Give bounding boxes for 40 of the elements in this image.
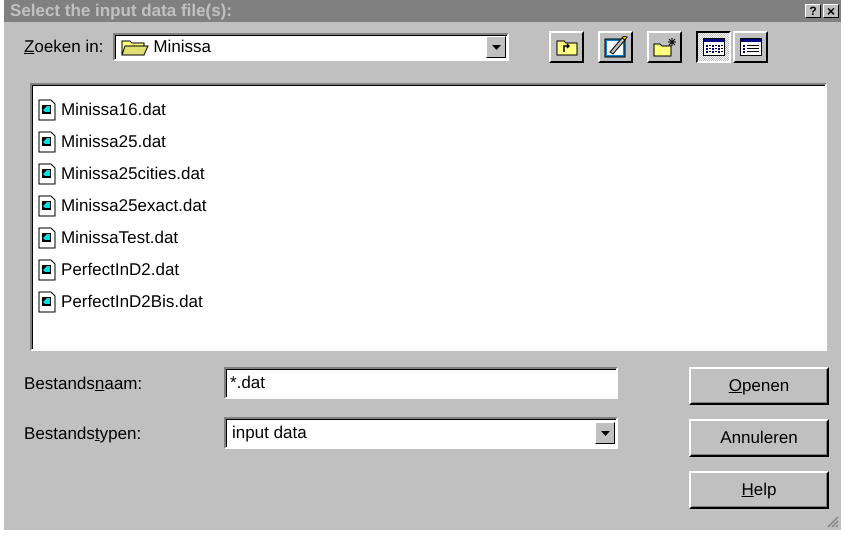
look-in-label: Zoeken in: — [24, 37, 104, 57]
file-icon — [38, 131, 56, 153]
look-in-dropdown[interactable]: Minissa — [113, 33, 510, 61]
file-type-dropdown[interactable]: input data — [224, 417, 618, 449]
caret-icon — [600, 430, 610, 436]
details-view-button[interactable] — [733, 31, 768, 63]
dialog-button[interactable]: Help — [689, 471, 829, 509]
window-title: Select the input data file(s): — [10, 1, 232, 21]
file-item[interactable]: Minissa16.dat — [60, 100, 167, 120]
caret-icon — [492, 44, 501, 50]
file-icon — [38, 163, 56, 185]
close-button[interactable]: × — [823, 4, 839, 18]
file-icon — [38, 259, 56, 281]
dialog-button[interactable]: Openen — [689, 367, 829, 405]
file-icon — [38, 99, 56, 121]
file-icon — [38, 291, 56, 313]
file-name-field[interactable]: *.dat — [224, 367, 618, 399]
file-type-label: Bestandstypen: — [24, 423, 142, 445]
dialog-button[interactable]: Annuleren — [689, 419, 829, 457]
new-folder-button[interactable] — [647, 31, 682, 63]
folder-icon — [121, 38, 150, 56]
list-view-button[interactable] — [696, 31, 732, 63]
file-item[interactable]: Minissa25exact.dat — [60, 196, 208, 216]
file-item[interactable]: PerfectInD2.dat — [60, 260, 180, 280]
resize-grip[interactable] — [827, 516, 839, 528]
file-icon — [38, 195, 56, 217]
list-view-icon — [702, 38, 725, 56]
file-item[interactable]: PerfectInD2Bis.dat — [60, 292, 204, 312]
details-view-icon — [740, 38, 762, 56]
file-item[interactable]: Minissa25.dat — [60, 132, 167, 152]
file-name-label: Bestandsnaam: — [24, 373, 144, 395]
file-icon — [38, 227, 56, 249]
new-folder-icon — [652, 37, 677, 57]
help-button[interactable]: ? — [805, 4, 821, 18]
desktop-button[interactable] — [598, 31, 634, 63]
file-item[interactable]: MinissaTest.dat — [60, 228, 180, 248]
up-folder-button[interactable] — [549, 31, 584, 63]
file-item[interactable]: Minissa25cities.dat — [60, 164, 206, 184]
pencil-card-icon — [604, 36, 628, 58]
folder-up-icon — [556, 38, 578, 56]
